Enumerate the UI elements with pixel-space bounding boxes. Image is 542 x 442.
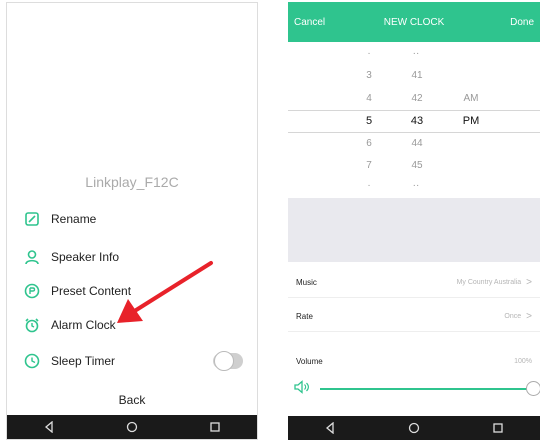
minute-option[interactable]: 42 bbox=[405, 93, 429, 104]
minute-selected[interactable]: 43 bbox=[405, 115, 429, 127]
nav-home-icon[interactable] bbox=[403, 417, 425, 439]
android-nav-bar bbox=[288, 416, 540, 440]
time-picker[interactable]: · ·· 3 4 5 6 7 41 42 43 44 45 AM PM · ·· bbox=[288, 42, 540, 194]
menu-item-rename[interactable]: Rename bbox=[21, 205, 249, 233]
volume-track[interactable] bbox=[320, 381, 540, 396]
chevron-right-icon: > bbox=[526, 311, 532, 322]
menu-label-alarm-clock: Alarm Clock bbox=[51, 318, 116, 332]
preset-icon bbox=[21, 280, 43, 302]
picker-selection-line-top bbox=[288, 110, 540, 111]
volume-thumb[interactable] bbox=[526, 381, 540, 396]
picker-fade-dots: · bbox=[367, 180, 371, 191]
edit-icon bbox=[21, 208, 43, 230]
ampm-selected[interactable]: PM bbox=[456, 115, 486, 127]
menu-label-preset-content: Preset Content bbox=[51, 284, 132, 298]
minute-option[interactable]: 45 bbox=[405, 160, 429, 171]
menu-item-alarm-clock[interactable]: Alarm Clock bbox=[21, 311, 249, 339]
nav-back-icon[interactable] bbox=[319, 417, 341, 439]
menu-label-rename: Rename bbox=[51, 212, 97, 226]
volume-label: Volume bbox=[296, 356, 323, 366]
volume-row: Volume 100% bbox=[288, 346, 540, 376]
nav-back-icon[interactable] bbox=[38, 416, 60, 438]
menu-item-speaker-info[interactable]: Speaker Info bbox=[21, 243, 249, 271]
ampm-option[interactable]: AM bbox=[456, 93, 486, 104]
menu-label-speaker-info: Speaker Info bbox=[51, 250, 120, 264]
spacer-panel bbox=[288, 198, 540, 262]
nav-recents-icon[interactable] bbox=[204, 416, 226, 438]
done-button[interactable]: Done bbox=[510, 17, 534, 28]
device-settings-screen: Linkplay_F12C Rename Speaker Info Preset… bbox=[6, 2, 258, 440]
music-label: Music bbox=[296, 278, 317, 287]
picker-fade-dots: ·· bbox=[412, 180, 420, 191]
volume-value: 100% bbox=[514, 357, 532, 365]
new-clock-screen: Cancel NEW CLOCK Done · ·· 3 4 5 6 7 41 … bbox=[288, 2, 540, 440]
minute-option[interactable]: 41 bbox=[405, 70, 429, 81]
hour-option[interactable]: 4 bbox=[357, 93, 381, 104]
menu-item-sleep-timer[interactable]: Sleep Timer bbox=[21, 347, 249, 375]
sleep-timer-toggle[interactable] bbox=[213, 351, 243, 371]
music-row[interactable]: Music My Country Australia > bbox=[288, 268, 540, 298]
person-icon bbox=[21, 246, 43, 268]
timer-icon bbox=[21, 350, 43, 372]
toggle-knob bbox=[214, 351, 234, 371]
back-button[interactable]: Back bbox=[7, 393, 257, 407]
hour-option[interactable]: 6 bbox=[357, 138, 381, 149]
menu-label-sleep-timer: Sleep Timer bbox=[51, 354, 116, 368]
speaker-icon bbox=[294, 379, 310, 399]
chevron-right-icon: > bbox=[526, 277, 532, 288]
menu-item-preset-content[interactable]: Preset Content bbox=[21, 277, 249, 305]
minute-option[interactable]: 44 bbox=[405, 138, 429, 149]
rate-label: Rate bbox=[296, 312, 313, 321]
nav-recents-icon[interactable] bbox=[487, 417, 509, 439]
music-value: My Country Australia bbox=[456, 279, 522, 286]
nav-home-icon[interactable] bbox=[121, 416, 143, 438]
picker-fade-dots: · bbox=[367, 48, 371, 59]
picker-fade-dots: ·· bbox=[412, 48, 420, 59]
cancel-button[interactable]: Cancel bbox=[294, 17, 325, 28]
hour-option[interactable]: 3 bbox=[357, 70, 381, 81]
hour-selected[interactable]: 5 bbox=[357, 115, 381, 127]
header-bar: Cancel NEW CLOCK Done bbox=[288, 2, 540, 42]
volume-slider[interactable] bbox=[294, 377, 540, 401]
picker-selection-line-bottom bbox=[288, 132, 540, 133]
device-name: Linkplay_F12C bbox=[85, 174, 179, 190]
rate-row[interactable]: Rate Once > bbox=[288, 302, 540, 332]
android-nav-bar bbox=[7, 415, 257, 439]
alarm-clock-icon bbox=[21, 314, 43, 336]
hour-option[interactable]: 7 bbox=[357, 160, 381, 171]
page-title: NEW CLOCK bbox=[383, 16, 445, 28]
rate-value: Once bbox=[504, 313, 522, 320]
